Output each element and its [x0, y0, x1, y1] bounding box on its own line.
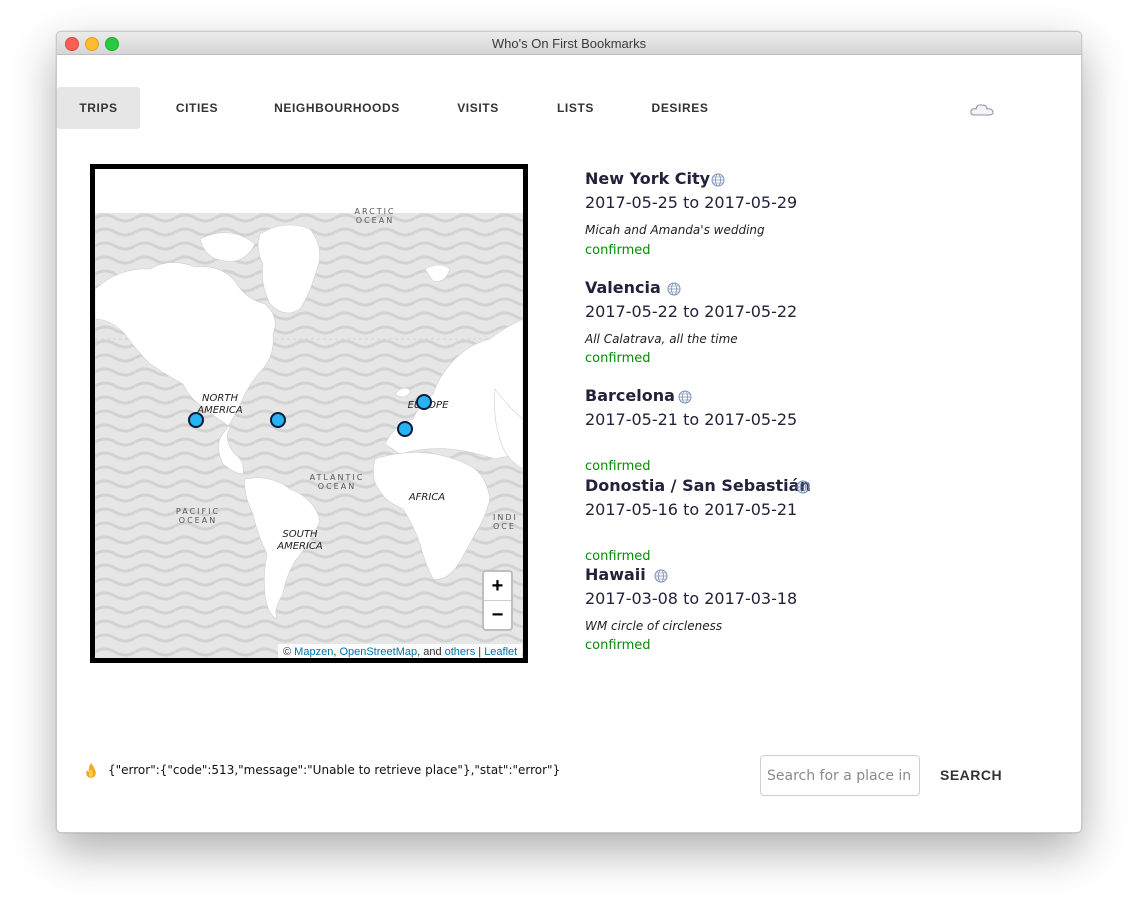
trip-status: confirmed — [585, 638, 651, 653]
tab-visits[interactable]: VISITS — [447, 87, 509, 129]
tab-lists[interactable]: LISTS — [549, 87, 602, 129]
label-pacific-ocean: PACIFIC OCEAN — [175, 507, 221, 525]
main-nav: TRIPS CITIES NEIGHBOURHOODS VISITS LISTS… — [57, 87, 1081, 129]
globe-icon[interactable] — [796, 480, 810, 494]
map-attribution: © Mapzen, OpenStreetMap, and others | Le… — [278, 644, 523, 658]
trip-note: All Calatrava, all the time — [585, 332, 738, 346]
globe-icon[interactable] — [654, 569, 668, 583]
trips-map[interactable]: ARCTIC OCEAN NORTH AMERICA EUROPE ATLANT… — [90, 164, 528, 663]
title-bar: Who's On First Bookmarks — [57, 32, 1081, 55]
trip-item: Barcelona 2017-05-21 to 2017-05-25 confi… — [585, 386, 1005, 486]
mapzen-link[interactable]: Mapzen — [294, 646, 333, 658]
zoom-control: + − — [482, 570, 513, 631]
trip-item: Valencia 2017-05-22 to 2017-05-22 All Ca… — [585, 278, 1005, 378]
trip-item: Hawaii 2017-03-08 to 2017-03-18 WM circl… — [585, 565, 1005, 665]
tab-desires[interactable]: DESIRES — [645, 87, 715, 129]
trip-marker-donostia[interactable] — [416, 394, 432, 410]
trip-status: confirmed — [585, 243, 651, 258]
trip-dates: 2017-05-16 to 2017-05-21 — [585, 500, 798, 519]
globe-icon[interactable] — [678, 390, 692, 404]
label-arctic-ocean: ARCTIC OCEAN — [354, 207, 396, 225]
tab-trips[interactable]: TRIPS — [57, 87, 140, 129]
label-indian-ocean: INDI OCE — [493, 513, 518, 531]
trip-name[interactable]: Donostia / San Sebastián — [585, 476, 811, 495]
search-input[interactable] — [760, 755, 920, 796]
map-tiles — [95, 169, 523, 658]
window-title: Who's On First Bookmarks — [491, 36, 647, 51]
openstreetmap-link[interactable]: OpenStreetMap — [339, 646, 417, 658]
trip-name[interactable]: Valencia — [585, 278, 661, 297]
leaflet-link[interactable]: Leaflet — [484, 646, 517, 658]
search-button[interactable]: SEARCH — [940, 765, 1002, 785]
trip-status: confirmed — [585, 459, 651, 474]
attribution-separator: | — [475, 646, 485, 658]
label-atlantic-ocean: ATLANTIC OCEAN — [309, 473, 365, 491]
trip-marker-hawaii[interactable] — [188, 412, 204, 428]
attribution-prefix: © — [283, 646, 295, 658]
trip-status: confirmed — [585, 549, 651, 564]
attribution-separator: , and — [417, 646, 445, 658]
app-window: Who's On First Bookmarks TRIPS CITIES NE… — [56, 31, 1082, 833]
zoom-in-button[interactable]: + — [484, 572, 511, 601]
label-south-america: SOUTH AMERICA — [277, 529, 323, 552]
trip-item: Donostia / San Sebastián 2017-05-16 to 2… — [585, 476, 1005, 576]
zoom-out-button[interactable]: − — [484, 601, 511, 629]
tab-cities[interactable]: CITIES — [165, 87, 229, 129]
trip-dates: 2017-05-22 to 2017-05-22 — [585, 302, 798, 321]
trip-marker-new-york[interactable] — [270, 412, 286, 428]
trip-item: New York City 2017-05-25 to 2017-05-29 M… — [585, 169, 1005, 269]
label-africa: AFRICA — [408, 492, 446, 503]
globe-icon[interactable] — [667, 282, 681, 296]
trip-name[interactable]: Barcelona — [585, 386, 675, 405]
trip-status: confirmed — [585, 351, 651, 366]
trip-dates: 2017-05-21 to 2017-05-25 — [585, 410, 798, 429]
trip-name[interactable]: New York City — [585, 169, 710, 188]
fire-icon — [86, 763, 96, 778]
trip-note: Micah and Amanda's wedding — [585, 223, 765, 237]
tab-neighbourhoods[interactable]: NEIGHBOURHOODS — [267, 87, 407, 129]
globe-icon[interactable] — [711, 173, 725, 187]
error-text: {"error":{"code":513,"message":"Unable t… — [108, 763, 561, 777]
trip-marker-spain[interactable] — [397, 421, 413, 437]
trip-note: WM circle of circleness — [585, 619, 723, 633]
trip-dates: 2017-05-25 to 2017-05-29 — [585, 193, 798, 212]
trip-name[interactable]: Hawaii — [585, 565, 646, 584]
cloud-icon[interactable] — [969, 102, 995, 118]
trip-dates: 2017-03-08 to 2017-03-18 — [585, 589, 798, 608]
others-link[interactable]: others — [445, 646, 476, 658]
